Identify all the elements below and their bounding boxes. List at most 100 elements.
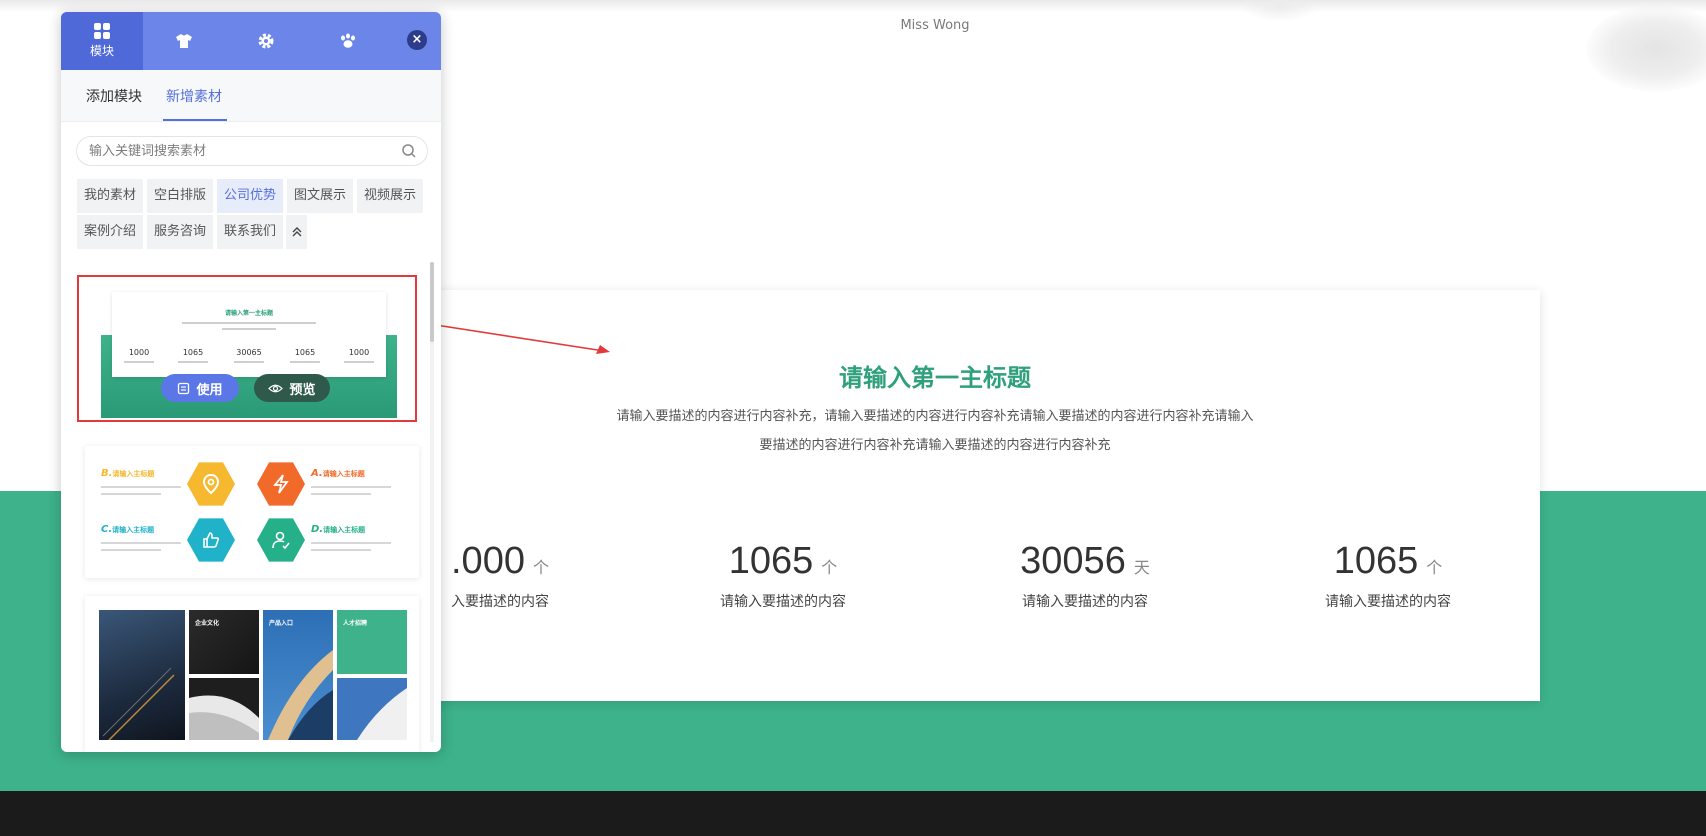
red-arrow-annotation [422,322,610,354]
tab-modules[interactable]: 模块 [61,12,143,70]
template-text-line [311,493,371,495]
recruitment-image: 人才招聘 [337,610,407,674]
template-text-line [101,486,181,488]
template-text-line [101,493,161,495]
template-text-line [101,549,161,551]
stat-item[interactable]: 1065 个 请输入要描述的内容 [673,540,893,611]
template-card[interactable]: 企业文化 产品入口 人才招聘 [85,596,419,752]
stat-number: .000 [451,540,525,582]
user-check-icon [257,518,305,562]
preview-template-button[interactable]: 预览 [254,374,330,402]
stat-description: 入要描述的内容 [451,594,549,610]
category-image-text[interactable]: 图文展示 [287,179,353,213]
stat-unit: 天 [1133,558,1150,577]
use-template-button[interactable]: 使用 [161,374,239,402]
close-icon[interactable]: × [407,30,427,50]
material-panel: 模块 × 添加模块 新增素材 输入关键词搜索素材 我的素材 空白排版 公司优势 … [61,12,441,752]
tab-add-module[interactable]: 添加模块 [86,86,142,106]
template-text-line [311,486,391,488]
grid-icon [94,23,110,39]
collapse-categories-button[interactable] [286,215,307,249]
culture-image: 企业文化 [189,610,259,674]
tile-label: 产品入口 [269,620,294,627]
template-card-selected[interactable]: 请输入第一主标题 1000 1065 30065 1065 1000 使用 预览 [77,275,417,422]
template-item-heading: C.请输入主标题 [101,524,155,535]
template-thumbnail: 请输入第一主标题 1000 1065 30065 1065 1000 [101,287,397,418]
shirt-icon [176,34,192,48]
search-icon[interactable] [401,143,417,159]
category-contact[interactable]: 联系我们 [217,215,283,249]
thumbnail-stat: 30065 [224,348,274,363]
template-item-heading: D.请输入主标题 [311,524,366,535]
tab-style[interactable] [143,12,225,70]
template-text-line [311,542,391,544]
search-box [76,136,428,166]
template-card[interactable]: B.请输入主标题 A.请输入主标题 C.请输入主标题 D.请输入主标题 [85,446,419,578]
thumbnail-stat: 1000 [114,348,164,363]
category-company-advantage[interactable]: 公司优势 [217,179,283,213]
panel-tab-bar: 模块 × [61,12,441,70]
thumbnail-text-line [222,328,276,330]
tab-new-material[interactable]: 新增素材 [166,86,222,106]
stat-unit: 个 [821,558,838,577]
stat-number: 30056 [1020,540,1126,582]
template-item-heading: A.请输入主标题 [311,468,365,479]
category-case-intro[interactable]: 案例介绍 [77,215,143,249]
architecture-image [189,678,259,740]
decorative-cloud [1586,6,1706,92]
thumbnail-stat: 1065 [168,348,218,363]
description-line: 请输入要描述的内容进行内容补充，请输入要描述的内容进行内容补充请输入要描述的内容… [616,409,1254,424]
template-text-line [311,549,371,551]
gear-icon [258,33,274,49]
decorative-cloud [1240,0,1320,22]
category-video[interactable]: 视频展示 [357,179,423,213]
sub-tab-bar: 添加模块 新增素材 [61,70,441,122]
stat-number: 1065 [728,540,814,582]
thumbnail-text-line [182,322,316,324]
stat-unit: 个 [532,558,549,577]
stat-description: 请输入要描述的内容 [1022,594,1148,610]
thumbnail-card: 请输入第一主标题 1000 1065 30065 1065 1000 [112,292,386,377]
stat-item[interactable]: .000 个 入要描述的内容 [420,540,610,611]
category-service[interactable]: 服务咨询 [147,215,213,249]
stat-description: 请输入要描述的内容 [720,594,846,610]
thumbnail-stat: 1065 [280,348,330,363]
main-description[interactable]: 请输入要描述的内容进行内容补充，请输入要描述的内容进行内容补充请输入要描述的内容… [580,402,1290,460]
stat-item[interactable]: 1065 个 请输入要描述的内容 [1278,540,1498,611]
tab-other[interactable] [307,12,389,70]
stat-description: 请输入要描述的内容 [1325,594,1451,610]
tile-label: 人才招聘 [343,620,368,627]
tab-settings[interactable] [225,12,307,70]
use-label: 使用 [196,382,223,398]
description-line: 要描述的内容进行内容补充请输入要描述的内容进行内容补充 [759,438,1111,453]
stat-number: 1065 [1333,540,1419,582]
thumbnail-title: 请输入第一主标题 [224,310,273,317]
main-title[interactable]: 请输入第一主标题 [420,358,1450,393]
document-icon [178,382,190,394]
footer-band [0,791,1706,836]
stat-item[interactable]: 30056 天 请输入要描述的内容 [975,540,1195,611]
template-item-heading: B.请输入主标题 [101,468,155,479]
search-input[interactable] [89,137,389,165]
chevron-double-up-icon [292,227,301,237]
thumbnail-stat: 1000 [334,348,384,363]
staircase-image [99,610,185,740]
thumbs-up-icon [187,518,235,562]
tab-label: 模块 [89,44,114,58]
author-name: Miss Wong [900,18,970,33]
eye-icon [268,384,284,392]
stat-unit: 个 [1426,558,1443,577]
category-my-material[interactable]: 我的素材 [77,179,143,213]
sky-architecture-image [337,678,407,740]
scrollbar-thumb[interactable] [430,262,434,342]
product-image: 产品入口 [263,610,333,740]
active-tab-indicator [163,119,227,121]
paw-icon [341,33,355,48]
category-blank-layout[interactable]: 空白排版 [147,179,213,213]
preview-label: 预览 [289,382,316,398]
template-text-line [101,542,181,544]
page-top-shadow [0,0,1706,12]
stats-row: .000 个 入要描述的内容 1065 个 请输入要描述的内容 30056 天 请输入… [420,540,1540,660]
lightning-icon [257,462,305,506]
location-icon [187,462,235,506]
